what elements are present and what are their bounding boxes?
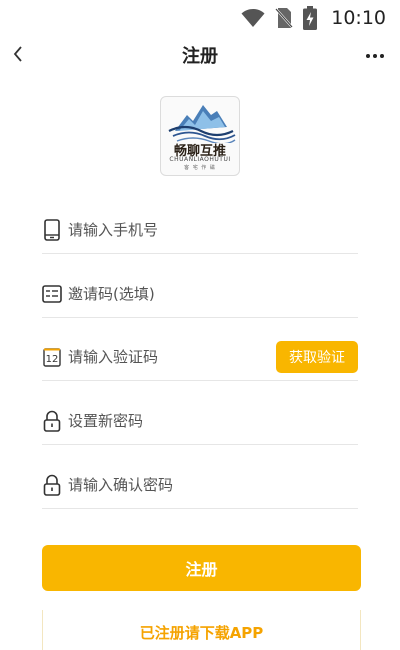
wifi-icon [241,8,265,28]
id-card-icon [42,282,62,306]
more-horizontal-icon [366,54,370,58]
battery-charging-icon [303,6,318,30]
verify-code-field-row: 12 获取验证 [42,333,358,381]
register-button[interactable]: 注册 [42,545,361,591]
invite-field-row [42,270,358,318]
calendar-badge: 12 [46,354,59,365]
invite-code-input[interactable] [68,278,358,309]
page-title: 注册 [182,46,218,67]
calendar-12-icon: 12 [42,345,62,369]
confirm-password-input[interactable] [68,469,358,500]
mountain-waves-graphic [168,105,236,143]
password-field-row [42,397,358,445]
phone-icon [42,218,62,242]
phone-field-row [42,206,358,254]
lock-icon [42,409,62,433]
get-code-button[interactable]: 获取验证 [276,341,358,373]
phone-input[interactable] [68,214,358,245]
status-bar: 10:10 [0,0,400,36]
logo-tagline: 客 宅 作 磁 [184,165,216,171]
nav-bar: 注册 [0,36,400,76]
download-app-link[interactable]: 已注册请下载APP [42,610,361,650]
app-logo: 畅聊互推 CHUANLIAOHUTUI 客 宅 作 磁 [160,96,240,176]
more-button[interactable] [362,44,388,68]
logo-subtitle: CHUANLIAOHUTUI [169,156,231,163]
lock-icon [42,473,62,497]
new-password-input[interactable] [68,405,358,436]
status-time: 10:10 [331,7,386,29]
confirm-password-field-row [42,461,358,509]
status-icons: 10:10 [241,6,386,30]
no-sim-icon [275,7,294,29]
